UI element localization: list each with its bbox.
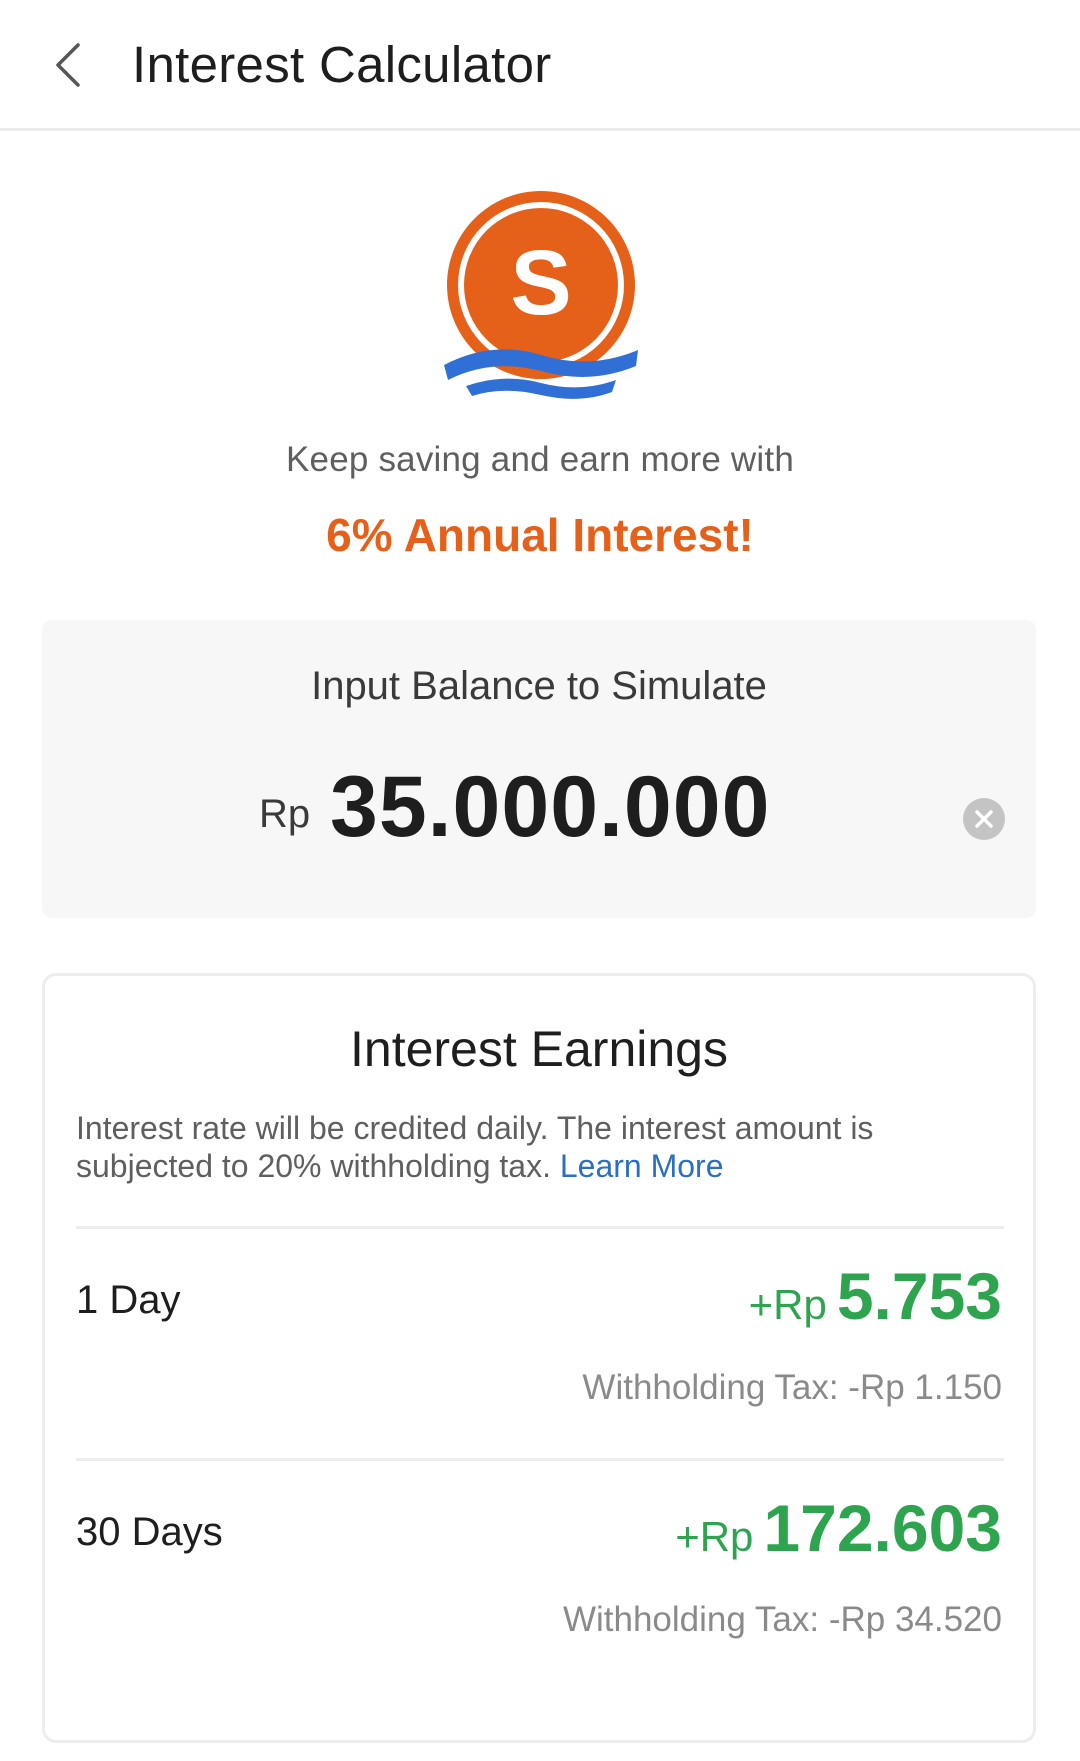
gain-prefix: +Rp	[748, 1281, 827, 1328]
period-label: 1 Day	[76, 1278, 181, 1322]
period-label: 30 Days	[76, 1510, 223, 1554]
withholding-tax: Withholding Tax: -Rp 34.520	[562, 1600, 1002, 1639]
gain-value: 172.603	[763, 1491, 1002, 1565]
gain-amount: +Rp 5.753	[749, 1258, 1002, 1334]
interest-earnings-card: Interest Earnings Interest rate will be …	[42, 973, 1036, 1743]
divider	[76, 1226, 1004, 1229]
gain-value: 5.753	[836, 1259, 1002, 1333]
app-header: Interest Calculator	[0, 0, 1080, 131]
savings-logo: S	[440, 190, 640, 400]
logo-letter: S	[510, 232, 571, 334]
divider	[76, 1458, 1004, 1461]
promo-tagline: Keep saving and earn more with	[286, 440, 794, 479]
back-button[interactable]	[40, 30, 96, 100]
balance-row: Rp	[42, 758, 1036, 858]
gain-prefix: +Rp	[675, 1513, 754, 1560]
learn-more-link[interactable]: Learn More	[560, 1148, 724, 1184]
promo-headline: 6% Annual Interest!	[326, 509, 754, 561]
chevron-left-icon	[56, 43, 80, 87]
gain-amount: +Rp 172.603	[675, 1490, 1002, 1566]
earnings-title: Interest Earnings	[350, 1021, 728, 1077]
earnings-description-text: Interest rate will be credited daily. Th…	[76, 1110, 874, 1184]
clear-button[interactable]	[963, 798, 1005, 840]
balance-amount-input[interactable]	[330, 758, 910, 857]
currency-label: Rp	[259, 792, 311, 836]
balance-input-panel: Input Balance to Simulate Rp	[42, 620, 1036, 918]
page-title: Interest Calculator	[132, 36, 552, 93]
clear-circle-icon	[975, 810, 993, 828]
earnings-description: Interest rate will be credited daily. Th…	[76, 1109, 996, 1185]
withholding-tax: Withholding Tax: -Rp 1.150	[582, 1368, 1002, 1407]
balance-label: Input Balance to Simulate	[311, 664, 767, 708]
